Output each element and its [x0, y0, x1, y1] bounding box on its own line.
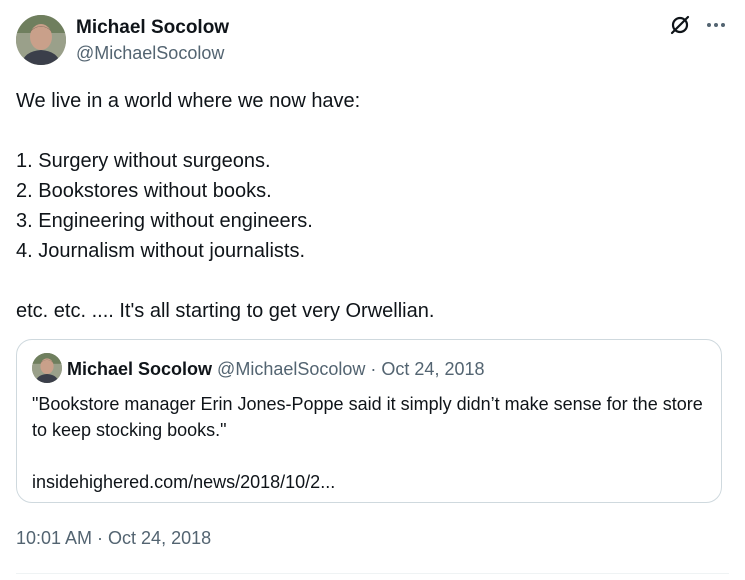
- quoted-body: "Bookstore manager Erin Jones-Poppe said…: [32, 391, 712, 495]
- tweet-list-item: 3. Engineering without engineers.: [16, 210, 313, 232]
- quoted-link[interactable]: insidehighered.com/news/2018/10/2...: [32, 469, 712, 495]
- tweet-text: We live in a world where we now have: 1.…: [16, 86, 726, 326]
- more-dots-icon[interactable]: [705, 14, 727, 36]
- quoted-author-handle: @MichaelSocolow: [217, 359, 366, 379]
- quoted-date: Oct 24, 2018: [381, 359, 485, 379]
- divider: [16, 573, 729, 574]
- tweet-list-item: 4. Journalism without journalists.: [16, 240, 306, 262]
- tweet-list-item: 2. Bookstores without books.: [16, 180, 272, 202]
- quoted-separator: ·: [370, 359, 377, 379]
- tweet-closing: etc. etc. .... It's all starting to get …: [16, 300, 435, 322]
- tweet-intro: We live in a world where we now have:: [16, 90, 361, 112]
- quoted-tweet-card[interactable]: Michael Socolow @MichaelSocolow · Oct 24…: [16, 339, 722, 503]
- quoted-header: Michael Socolow @MichaelSocolow · Oct 24…: [67, 358, 485, 380]
- slashed-circle-icon[interactable]: [669, 14, 691, 36]
- quoted-author-name: Michael Socolow: [67, 359, 213, 379]
- quoted-text: "Bookstore manager Erin Jones-Poppe said…: [32, 394, 703, 440]
- tweet-list-item: 1. Surgery without surgeons.: [16, 150, 271, 172]
- avatar[interactable]: [16, 15, 66, 65]
- tweet-page: Michael Socolow @MichaelSocolow We live …: [0, 0, 745, 580]
- tweet-timestamp[interactable]: 10:01 AM · Oct 24, 2018: [16, 527, 211, 549]
- quoted-avatar: [32, 353, 62, 383]
- author-name[interactable]: Michael Socolow: [76, 17, 229, 39]
- author-handle[interactable]: @MichaelSocolow: [76, 42, 224, 64]
- tweet-actions: [669, 14, 727, 36]
